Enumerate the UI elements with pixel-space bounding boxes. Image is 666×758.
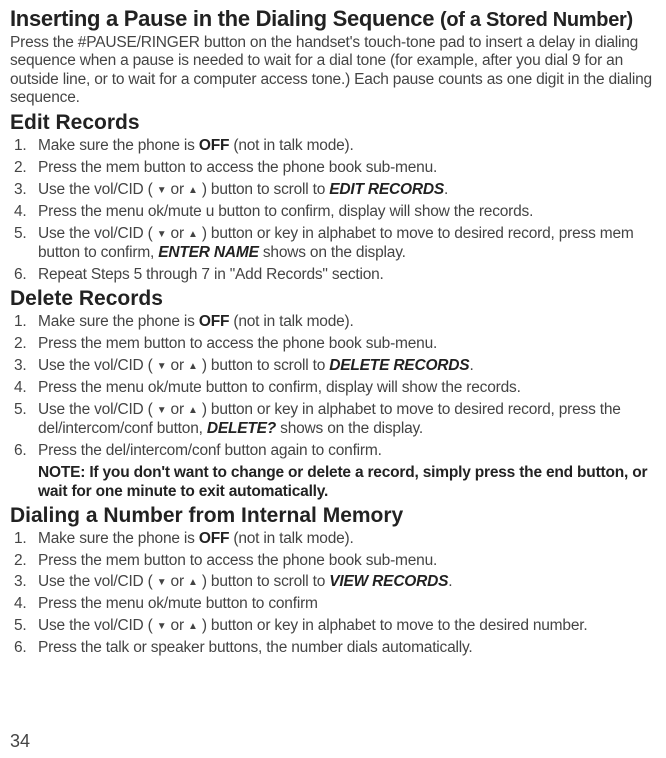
- title-main: Inserting a Pause in the Dialing Sequenc…: [10, 6, 440, 31]
- step-number: 1.: [10, 530, 38, 549]
- step-number: 5.: [10, 401, 38, 420]
- step-number: 5.: [10, 617, 38, 636]
- list-item: 6.Press the talk or speaker buttons, the…: [10, 639, 654, 658]
- step-number: 5.: [10, 225, 38, 244]
- step-number: 1.: [10, 313, 38, 332]
- list-item: 4.Press the menu ok/mute button to confi…: [10, 595, 654, 614]
- bold-term: OFF: [199, 137, 229, 154]
- list-item: 6.Press the del/intercom/conf button aga…: [10, 442, 654, 461]
- step-text: Press the menu ok/mute button to confirm: [38, 595, 654, 614]
- arrow-up-icon: ▲: [188, 621, 198, 632]
- step-text: Press the menu ok/mute button to confirm…: [38, 379, 654, 398]
- list-item: 6.Repeat Steps 5 through 7 in "Add Recor…: [10, 266, 654, 285]
- bold-italic-term: DELETE RECORDS: [329, 357, 469, 374]
- list-item: 5.Use the vol/CID ( ▼ or ▲ ) button or k…: [10, 617, 654, 636]
- step-text: Press the mem button to access the phone…: [38, 335, 654, 354]
- list-item: 4.Press the menu ok/mute u button to con…: [10, 203, 654, 222]
- arrow-down-icon: ▼: [157, 621, 167, 632]
- list-item: 3.Use the vol/CID ( ▼ or ▲ ) button to s…: [10, 181, 654, 200]
- bold-term: OFF: [199, 313, 229, 330]
- step-number: 2.: [10, 552, 38, 571]
- step-number: 3.: [10, 573, 38, 592]
- arrow-down-icon: ▼: [157, 185, 167, 196]
- step-number: 3.: [10, 181, 38, 200]
- step-text: Make sure the phone is OFF (not in talk …: [38, 530, 654, 549]
- arrow-up-icon: ▲: [188, 577, 198, 588]
- step-number: 2.: [10, 159, 38, 178]
- step-text: Press the menu ok/mute u button to confi…: [38, 203, 654, 222]
- step-number: 6.: [10, 442, 38, 461]
- list-item: 2.Press the mem button to access the pho…: [10, 335, 654, 354]
- title-sub: (of a Stored Number): [440, 9, 633, 31]
- list-item: 1.Make sure the phone is OFF (not in tal…: [10, 313, 654, 332]
- step-number: 2.: [10, 335, 38, 354]
- arrow-up-icon: ▲: [188, 361, 198, 372]
- arrow-up-icon: ▲: [188, 229, 198, 240]
- step-text: Make sure the phone is OFF (not in talk …: [38, 313, 654, 332]
- arrow-up-icon: ▲: [188, 405, 198, 416]
- bold-italic-term: EDIT RECORDS: [329, 181, 444, 198]
- bold-term: OFF: [199, 530, 229, 547]
- list-item: 5.Use the vol/CID ( ▼ or ▲ ) button or k…: [10, 225, 654, 263]
- step-text: Repeat Steps 5 through 7 in "Add Records…: [38, 266, 654, 285]
- step-text: Press the talk or speaker buttons, the n…: [38, 639, 654, 658]
- list-item: 2.Press the mem button to access the pho…: [10, 552, 654, 571]
- step-number: 1.: [10, 137, 38, 156]
- step-text: Use the vol/CID ( ▼ or ▲ ) button to scr…: [38, 357, 654, 376]
- step-text: Press the mem button to access the phone…: [38, 159, 654, 178]
- arrow-down-icon: ▼: [157, 229, 167, 240]
- list-item: 4.Press the menu ok/mute button to confi…: [10, 379, 654, 398]
- bold-italic-term: DELETE?: [207, 420, 276, 437]
- step-text: Press the mem button to access the phone…: [38, 552, 654, 571]
- delete-records-steps: 1.Make sure the phone is OFF (not in tal…: [10, 313, 654, 460]
- page-title: Inserting a Pause in the Dialing Sequenc…: [10, 6, 654, 32]
- heading-edit-records: Edit Records: [10, 111, 654, 135]
- step-number: 4.: [10, 595, 38, 614]
- page-number: 34: [10, 731, 30, 752]
- list-item: 2.Press the mem button to access the pho…: [10, 159, 654, 178]
- step-text: Use the vol/CID ( ▼ or ▲ ) button to scr…: [38, 181, 654, 200]
- arrow-up-icon: ▲: [188, 185, 198, 196]
- step-number: 3.: [10, 357, 38, 376]
- list-item: 5.Use the vol/CID ( ▼ or ▲ ) button or k…: [10, 401, 654, 439]
- step-text: Use the vol/CID ( ▼ or ▲ ) button or key…: [38, 225, 654, 263]
- arrow-down-icon: ▼: [157, 361, 167, 372]
- step-number: 4.: [10, 379, 38, 398]
- step-text: Use the vol/CID ( ▼ or ▲ ) button to scr…: [38, 573, 654, 592]
- bold-italic-term: VIEW RECORDS: [329, 573, 448, 590]
- list-item: 3.Use the vol/CID ( ▼ or ▲ ) button to s…: [10, 573, 654, 592]
- intro-paragraph: Press the #PAUSE/RINGER button on the ha…: [10, 34, 654, 107]
- note-body: If you don't want to change or delete a …: [38, 464, 647, 500]
- step-number: 4.: [10, 203, 38, 222]
- delete-note: NOTE: If you don't want to change or del…: [38, 464, 654, 502]
- arrow-down-icon: ▼: [157, 405, 167, 416]
- heading-delete-records: Delete Records: [10, 287, 654, 311]
- arrow-down-icon: ▼: [157, 577, 167, 588]
- heading-dialing-memory: Dialing a Number from Internal Memory: [10, 504, 654, 528]
- step-number: 6.: [10, 266, 38, 285]
- step-text: Make sure the phone is OFF (not in talk …: [38, 137, 654, 156]
- step-text: Use the vol/CID ( ▼ or ▲ ) button or key…: [38, 401, 654, 439]
- step-text: Press the del/intercom/conf button again…: [38, 442, 654, 461]
- list-item: 3.Use the vol/CID ( ▼ or ▲ ) button to s…: [10, 357, 654, 376]
- list-item: 1.Make sure the phone is OFF (not in tal…: [10, 137, 654, 156]
- edit-records-steps: 1.Make sure the phone is OFF (not in tal…: [10, 137, 654, 284]
- list-item: 1.Make sure the phone is OFF (not in tal…: [10, 530, 654, 549]
- bold-italic-term: ENTER NAME: [158, 244, 258, 261]
- note-label: NOTE:: [38, 464, 89, 481]
- step-number: 6.: [10, 639, 38, 658]
- dialing-steps: 1.Make sure the phone is OFF (not in tal…: [10, 530, 654, 658]
- step-text: Use the vol/CID ( ▼ or ▲ ) button or key…: [38, 617, 654, 636]
